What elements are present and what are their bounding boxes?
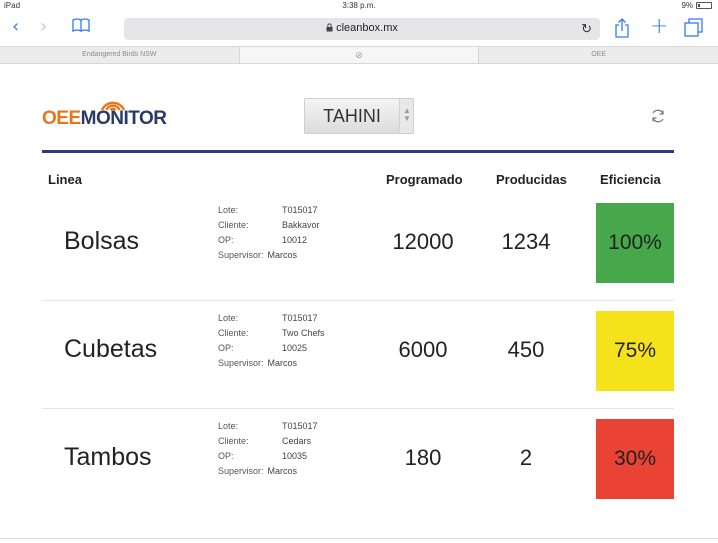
url-text: cleanbox.mx — [336, 22, 398, 34]
produced-value: 1234 — [501, 229, 551, 254]
efficiency-badge: 75% — [596, 311, 674, 391]
browser-toolbar: ‹ › cleanbox.mx ↻ + — [0, 12, 718, 42]
efficiency-badge: 30% — [596, 419, 674, 499]
product-selector[interactable]: TAHINI ▲ ▼ — [304, 98, 414, 134]
lot-value: T015017 — [282, 313, 318, 323]
logo-text: OEEMONITOR — [42, 108, 167, 130]
line-name: Bolsas — [64, 227, 140, 255]
supervisor-value: Marcos — [267, 466, 298, 476]
browser-tab-oee[interactable]: OEE — [479, 47, 718, 63]
produced-value: 450 — [507, 337, 545, 362]
job-details: Lote: T015017 Cliente: Two Chefs OP: 10025 … — [218, 311, 325, 371]
table-row: Tambos Lote: T015017 Cliente: Cedars OP: 10… — [42, 409, 674, 517]
status-time: 3:38 p.m. — [342, 1, 376, 10]
lot-label: Lote: — [218, 313, 239, 323]
scheduled-value: 6000 — [398, 337, 448, 362]
efficiency-value: 100% — [608, 231, 662, 254]
table-row: Cubetas Lote: T015017 Cliente: Two Chefs O… — [42, 301, 674, 409]
column-header-efficiency: Eficiencia — [600, 172, 661, 187]
dropdown-caret-icon[interactable]: ▲ ▼ — [399, 99, 413, 133]
tab-label: Endangered Birds NSW — [82, 51, 157, 58]
back-icon[interactable]: ‹ — [12, 18, 19, 36]
scheduled-value: 180 — [404, 445, 442, 470]
op-label: OP: — [218, 343, 234, 353]
selector-value: TAHINI — [323, 106, 381, 126]
logo-o-glyph: O — [95, 108, 111, 129]
client-label: Cliente: — [218, 220, 249, 230]
supervisor-value: Marcos — [267, 358, 298, 368]
battery-icon — [696, 2, 712, 9]
lot-value: T015017 — [282, 421, 318, 431]
client-label: Cliente: — [218, 436, 249, 446]
url-display: cleanbox.mx — [124, 22, 600, 34]
efficiency-value: 75% — [613, 339, 657, 362]
bookmarks-icon[interactable] — [72, 18, 90, 32]
browser-tab-active[interactable]: ⊘ — [239, 47, 480, 63]
battery-status: 9% — [681, 1, 712, 10]
job-details: Lote: T015017 Cliente: Cedars OP: 10035 Sup… — [218, 419, 318, 479]
logo-m: M — [80, 108, 97, 129]
lot-label: Lote: — [218, 205, 239, 215]
client-value: Two Chefs — [282, 328, 325, 338]
client-label: Cliente: — [218, 328, 249, 338]
supervisor-label: Supervisor: — [218, 466, 264, 476]
new-tab-icon[interactable]: + — [650, 14, 668, 39]
produced-value: 2 — [519, 445, 533, 470]
tabs-overview-icon[interactable] — [684, 18, 704, 38]
op-value: 10035 — [282, 451, 308, 461]
op-label: OP: — [218, 235, 234, 245]
share-icon[interactable] — [614, 18, 630, 38]
logo-oee: OEE — [42, 108, 81, 129]
close-icon[interactable]: ⊘ — [355, 50, 363, 60]
lot-label: Lote: — [218, 421, 239, 431]
op-value: 10025 — [282, 343, 308, 353]
supervisor-value: Marcos — [267, 250, 298, 260]
scheduled-value: 12000 — [392, 229, 454, 254]
op-label: OP: — [218, 451, 234, 461]
column-header-line: Linea — [48, 172, 82, 187]
refresh-icon[interactable] — [650, 108, 666, 124]
supervisor-label: Supervisor: — [218, 358, 264, 368]
page-bottom-divider — [0, 538, 718, 539]
forward-icon[interactable]: › — [40, 18, 47, 36]
logo-nitor: NITOR — [110, 108, 167, 129]
address-bar[interactable]: cleanbox.mx ↻ — [124, 18, 600, 40]
line-name: Cubetas — [64, 335, 158, 363]
header-divider — [42, 150, 674, 153]
lock-icon — [326, 23, 333, 32]
browser-tab-endangered-birds[interactable]: Endangered Birds NSW — [0, 47, 240, 63]
client-value: Cedars — [282, 436, 312, 446]
tab-label: OEE — [591, 51, 607, 58]
client-value: Bakkavor — [282, 220, 320, 230]
line-name: Tambos — [64, 443, 152, 471]
efficiency-badge: 100% — [596, 203, 674, 283]
table-row: Bolsas Lote: T015017 Cliente: Bakkavor OP:… — [42, 193, 674, 301]
column-header-scheduled: Programado — [386, 172, 463, 187]
battery-percent: 9% — [681, 1, 693, 10]
job-details: Lote: T015017 Cliente: Bakkavor OP: 10012 S… — [218, 203, 320, 263]
lot-value: T015017 — [282, 205, 318, 215]
supervisor-label: Supervisor: — [218, 250, 264, 260]
column-header-produced: Producidas — [496, 172, 567, 187]
op-value: 10012 — [282, 235, 308, 245]
efficiency-value: 30% — [613, 447, 657, 470]
browser-tab-strip: Endangered Birds NSW ⊘ OEE — [0, 46, 718, 64]
reload-page-icon[interactable]: ↻ — [581, 21, 592, 37]
status-bar: iPad 3:38 p.m. 9% — [0, 0, 718, 12]
oee-monitor-logo: OEEMONITOR — [42, 96, 192, 132]
